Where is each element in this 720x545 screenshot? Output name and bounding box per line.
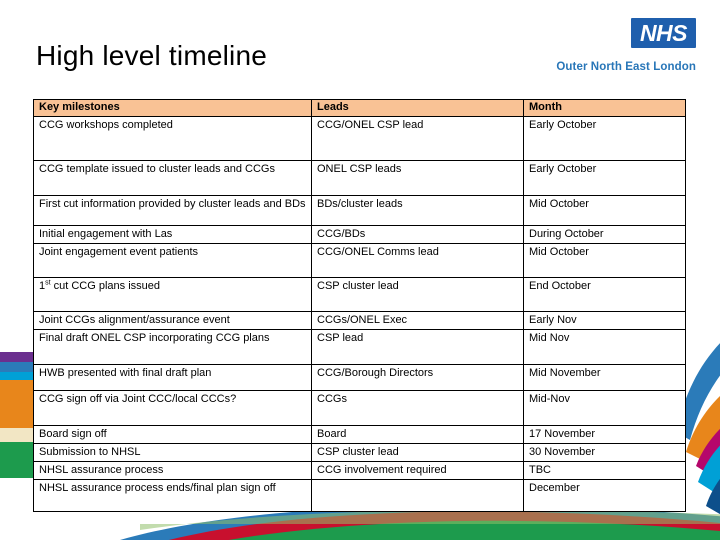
cell-lead: CSP cluster lead xyxy=(311,277,524,312)
table-header-row: Key milestones Leads Month xyxy=(33,99,686,117)
table-row: Joint CCGs alignment/assurance event CCGs… xyxy=(33,311,686,330)
column-header-key-milestones: Key milestones xyxy=(33,99,312,117)
cell-milestone: Initial engagement with Las xyxy=(33,225,312,244)
nhs-brand-block: NHS Outer North East London xyxy=(556,18,696,73)
table-row: Joint engagement event patients CCG/ONEL … xyxy=(33,243,686,278)
nhs-logo-text: NHS xyxy=(639,20,688,46)
cell-milestone: Board sign off xyxy=(33,425,312,444)
cell-lead: CCG/ONEL CSP lead xyxy=(311,116,524,161)
cell-month: End October xyxy=(523,277,686,312)
column-header-month: Month xyxy=(523,99,686,117)
table-row: CCG workshops completed CCG/ONEL CSP lead… xyxy=(33,116,686,161)
table-row: Submission to NHSL CSP cluster lead 30 Nov… xyxy=(33,443,686,462)
cell-milestone: HWB presented with final draft plan xyxy=(33,364,312,391)
table-row: NHSL assurance process ends/final plan s… xyxy=(33,479,686,512)
table-row: CCG template issued to cluster leads and… xyxy=(33,160,686,196)
cell-milestone: CCG template issued to cluster leads and… xyxy=(33,160,312,196)
cell-month: December xyxy=(523,479,686,512)
cell-month: TBC xyxy=(523,461,686,480)
cell-lead: CSP cluster lead xyxy=(311,443,524,462)
cell-milestone: CCG sign off via Joint CCC/local CCCs? xyxy=(33,390,312,426)
cell-milestone: Submission to NHSL xyxy=(33,443,312,462)
cell-milestone: CCG workshops completed xyxy=(33,116,312,161)
table-row: Final draft ONEL CSP incorporating CCG p… xyxy=(33,329,686,365)
cell-lead: CCG/Borough Directors xyxy=(311,364,524,391)
cell-month: Mid October xyxy=(523,243,686,278)
table-row: First cut information provided by cluste… xyxy=(33,195,686,226)
column-header-leads: Leads xyxy=(311,99,524,117)
cell-milestone: First cut information provided by cluste… xyxy=(33,195,312,226)
cell-month: Mid October xyxy=(523,195,686,226)
table-row: CCG sign off via Joint CCC/local CCCs? CC… xyxy=(33,390,686,426)
table-body: CCG workshops completed CCG/ONEL CSP lead… xyxy=(33,116,686,512)
cell-month: 17 November xyxy=(523,425,686,444)
cell-lead: CSP lead xyxy=(311,329,524,365)
cell-lead: CCG/ONEL Comms lead xyxy=(311,243,524,278)
table-row: HWB presented with final draft plan CCG/B… xyxy=(33,364,686,391)
table-row: NHSL assurance process CCG involvement re… xyxy=(33,461,686,480)
cell-month: Early October xyxy=(523,160,686,196)
cell-lead: CCG/BDs xyxy=(311,225,524,244)
timeline-table: Key milestones Leads Month CCG workshops… xyxy=(33,99,686,512)
cell-lead: BDs/cluster leads xyxy=(311,195,524,226)
timeline-table-container: Key milestones Leads Month CCG workshops… xyxy=(33,99,686,512)
cell-month: 30 November xyxy=(523,443,686,462)
cell-lead: CCGs xyxy=(311,390,524,426)
cell-month: Early October xyxy=(523,116,686,161)
table-row: Board sign off Board 17 November xyxy=(33,425,686,444)
cell-month: During October xyxy=(523,225,686,244)
cell-lead xyxy=(311,479,524,512)
cell-milestone: Joint CCGs alignment/assurance event xyxy=(33,311,312,330)
page-title: High level timeline xyxy=(36,40,268,71)
nhs-logo: NHS xyxy=(630,18,696,48)
cell-lead: Board xyxy=(311,425,524,444)
cell-lead: ONEL CSP leads xyxy=(311,160,524,196)
cell-month: Mid-Nov xyxy=(523,390,686,426)
cell-month: Mid November xyxy=(523,364,686,391)
table-row: 1st cut CCG plans issued CSP cluster lead… xyxy=(33,277,686,312)
cell-milestone: NHSL assurance process ends/final plan s… xyxy=(33,479,312,512)
cell-lead: CCGs/ONEL Exec xyxy=(311,311,524,330)
cell-month: Mid Nov xyxy=(523,329,686,365)
table-row: Initial engagement with Las CCG/BDs During… xyxy=(33,225,686,244)
table-header: Key milestones Leads Month xyxy=(33,99,686,117)
cell-lead: CCG involvement required xyxy=(311,461,524,480)
cell-milestone: 1st cut CCG plans issued xyxy=(33,277,312,312)
cell-milestone: Final draft ONEL CSP incorporating CCG p… xyxy=(33,329,312,365)
cell-milestone: Joint engagement event patients xyxy=(33,243,312,278)
cell-month: Early Nov xyxy=(523,311,686,330)
cell-milestone: NHSL assurance process xyxy=(33,461,312,480)
nhs-logo-subtitle: Outer North East London xyxy=(556,61,696,73)
